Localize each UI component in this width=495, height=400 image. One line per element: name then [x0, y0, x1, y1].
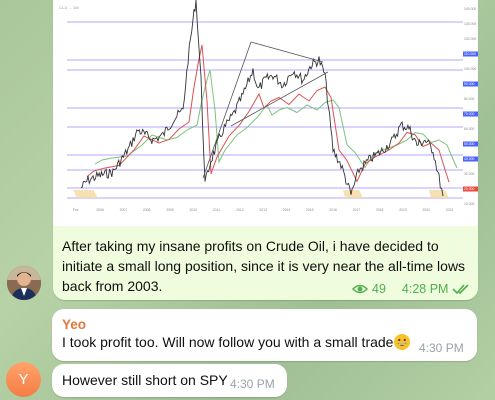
yeo-avatar[interactable]: Y — [6, 362, 41, 397]
price-tag-label: 120.000 — [464, 37, 476, 41]
x-tick-label: 2007 — [120, 208, 128, 212]
price-tag-label: 40.000 — [464, 157, 474, 161]
price-tag-label: 10.000 — [464, 202, 474, 206]
chart-image[interactable]: Fez 2006 2007 2008 2009 2010 2011 2012 2013 2014 2… — [53, 0, 478, 226]
moving-average-green — [94, 69, 458, 169]
price-tag-label: 80.000 — [464, 97, 474, 101]
price-tag-label: 70.000 — [464, 112, 474, 116]
x-tick-label: 2009 — [166, 208, 174, 212]
x-tick-label: Fez — [73, 208, 79, 212]
grinning-face-icon — [394, 334, 411, 350]
price-tag-label: 50.000 — [464, 142, 474, 146]
x-tick-label: 2012 — [236, 208, 244, 212]
incoming-message-text: I took profit too. Will now follow you w… — [62, 334, 411, 350]
x-tick-label: 2010 — [190, 208, 198, 212]
x-tick-label: 2021 — [446, 208, 454, 212]
x-tick-label: 2020 — [423, 208, 431, 212]
incoming-message-text: However still short on SPY — [62, 372, 228, 388]
x-tick-label: 2018 — [376, 208, 384, 212]
own-message-time: 4:28 PM — [401, 282, 449, 296]
message-time: 4:30 PM — [419, 341, 464, 355]
price-tag-label: 60.000 — [464, 127, 474, 131]
x-tick-label: 2006 — [96, 208, 104, 212]
x-tick-label: 2015 — [306, 208, 314, 212]
message-sender-name[interactable]: Yeo — [62, 317, 86, 332]
price-tag-label: 30.000 — [464, 172, 474, 176]
x-tick-label: 2008 — [143, 208, 151, 212]
person-photo-icon — [7, 266, 41, 300]
price-tag-label: 20.000 — [464, 187, 474, 191]
moving-average-red — [86, 44, 450, 183]
chart-title: CL1! ... 1M — [59, 5, 79, 10]
message-time: 4:30 PM — [230, 377, 275, 391]
x-tick-label: 2013 — [259, 208, 267, 212]
sender-avatar[interactable] — [7, 266, 41, 300]
x-tick-label: 2019 — [399, 208, 407, 212]
price-line — [80, 0, 444, 197]
double-check-icon — [452, 284, 470, 295]
x-tick-label: 2011 — [213, 208, 220, 212]
own-message-meta: 49 4:28 PM — [352, 281, 472, 297]
price-tag-label: 90.000 — [464, 82, 474, 86]
price-tag-label: 100.000 — [464, 67, 476, 71]
x-tick-label: 2014 — [283, 208, 291, 212]
price-tag-label: 130.000 — [464, 22, 476, 26]
x-tick-label: 2017 — [353, 208, 361, 212]
price-tag-label: 110.000 — [464, 52, 476, 56]
message-text-content: I took profit too. Will now follow you w… — [62, 334, 394, 350]
crude-oil-chart: Fez 2006 2007 2008 2009 2010 2011 2012 2013 2014 2… — [59, 0, 478, 212]
price-tag-label: 140.000 — [464, 7, 476, 11]
x-tick-label: 2016 — [329, 208, 337, 212]
views-count: 49 — [372, 282, 386, 296]
eye-icon — [352, 284, 368, 294]
